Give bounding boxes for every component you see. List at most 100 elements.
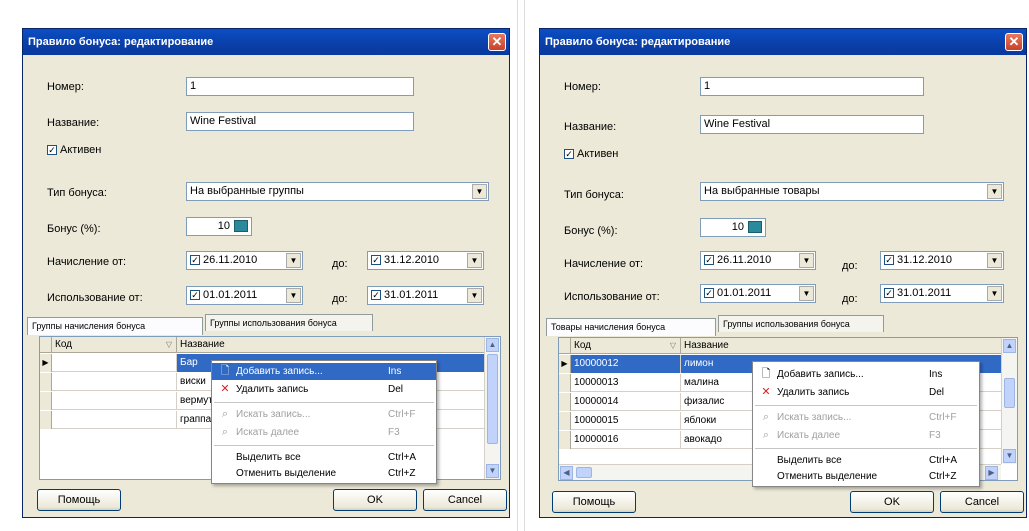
tab-accrual-groups[interactable]: Группы начисления бонуса <box>27 317 203 335</box>
menu-deselect[interactable]: Отменить выделение Ctrl+Z <box>212 465 436 482</box>
bonus-percent-field[interactable]: 10 <box>700 218 766 237</box>
usage-from-label: Использование от: <box>564 291 660 303</box>
chevron-down-icon[interactable]: ▼ <box>286 253 301 268</box>
bonus-type-select[interactable]: На выбранные товары ▼ <box>700 182 1004 201</box>
help-button[interactable]: Помощь <box>552 491 636 513</box>
active-checkbox[interactable]: ✓ Активен <box>564 148 618 160</box>
row-pointer-icon: ▶ <box>559 355 571 373</box>
chevron-down-icon[interactable]: ▼ <box>987 253 1002 268</box>
cancel-button[interactable]: Cancel <box>940 491 1024 513</box>
checkbox-checked-icon[interactable]: ✓ <box>190 255 200 266</box>
menu-deselect[interactable]: Отменить выделение Ctrl+Z <box>753 468 979 485</box>
scroll-down-icon[interactable]: ▼ <box>486 464 499 478</box>
menu-find-record[interactable]: ⌕ Искать запись... Ctrl+F <box>753 409 979 426</box>
checkbox-checked-icon[interactable]: ✓ <box>704 255 714 266</box>
calculator-icon[interactable] <box>234 220 248 233</box>
usage-to-date[interactable]: ✓ 31.01.2011 ▼ <box>880 284 1004 303</box>
close-icon[interactable]: ✕ <box>488 33 506 51</box>
help-button[interactable]: Помощь <box>37 489 121 511</box>
checkbox-checked-icon[interactable]: ✓ <box>190 290 200 301</box>
accrual-from-date[interactable]: ✓ 26.11.2010 ▼ <box>700 251 816 270</box>
menu-find-next[interactable]: ⌕ Искать далее F3 <box>212 424 436 441</box>
scroll-left-icon[interactable]: ◀ <box>560 466 573 480</box>
calculator-icon[interactable] <box>748 221 762 234</box>
bonus-rule-dialog: Правило бонуса: редактирование ✕ Номер: … <box>539 28 1027 518</box>
chevron-down-icon[interactable]: ▼ <box>799 253 814 268</box>
checkbox-checked-icon[interactable]: ✓ <box>371 290 381 301</box>
scroll-thumb[interactable] <box>487 354 498 444</box>
chevron-down-icon[interactable]: ▼ <box>467 253 482 268</box>
number-field[interactable]: 1 <box>700 77 924 96</box>
grid-corner <box>40 337 52 353</box>
usage-from-date[interactable]: ✓ 01.01.2011 ▼ <box>700 284 816 303</box>
bonus-percent-label: Бонус (%): <box>564 225 618 237</box>
vertical-scrollbar[interactable]: ▲ ▼ <box>1001 338 1017 464</box>
menu-delete-record[interactable]: ✕ Удалить запись Del <box>753 384 979 401</box>
bonus-percent-label: Бонус (%): <box>47 223 101 235</box>
binoculars-icon: ⌕ <box>221 408 229 420</box>
menu-add-record[interactable]: 🗋 Добавить запись... Ins <box>753 366 979 383</box>
bonus-type-label: Тип бонуса: <box>47 187 107 199</box>
vertical-scrollbar[interactable]: ▲ ▼ <box>484 337 500 479</box>
accrual-from-date[interactable]: ✓ 26.11.2010 ▼ <box>186 251 303 270</box>
ok-button[interactable]: OK <box>333 489 417 511</box>
menu-find-record[interactable]: ⌕ Искать запись... Ctrl+F <box>212 406 436 423</box>
scroll-up-icon[interactable]: ▲ <box>486 338 499 352</box>
checkbox-checked-icon: ✓ <box>47 145 57 156</box>
number-field[interactable]: 1 <box>186 77 414 96</box>
chevron-down-icon[interactable]: ▼ <box>472 184 487 199</box>
name-field[interactable]: Wine Festival <box>186 112 414 131</box>
active-checkbox[interactable]: ✓ Активен <box>47 144 101 156</box>
scroll-right-icon[interactable]: ▶ <box>985 466 998 480</box>
checkbox-checked-icon[interactable]: ✓ <box>704 288 714 299</box>
checkbox-checked-icon: ✓ <box>564 149 574 160</box>
tab-usage-groups[interactable]: Группы использования бонуса <box>205 314 373 331</box>
col-header-code[interactable]: Код ▽ <box>52 337 177 353</box>
bonus-type-select[interactable]: На выбранные группы ▼ <box>186 182 489 201</box>
scroll-down-icon[interactable]: ▼ <box>1003 449 1016 463</box>
chevron-down-icon[interactable]: ▼ <box>286 288 301 303</box>
name-field[interactable]: Wine Festival <box>700 115 924 134</box>
usage-from-date[interactable]: ✓ 01.01.2011 ▼ <box>186 286 303 305</box>
col-header-name[interactable]: Название <box>177 337 485 353</box>
filter-icon[interactable]: ▽ <box>670 338 676 353</box>
chevron-down-icon[interactable]: ▼ <box>987 286 1002 301</box>
context-menu: 🗋 Добавить запись... Ins ✕ Удалить запись De… <box>752 361 980 487</box>
chevron-down-icon[interactable]: ▼ <box>467 288 482 303</box>
binoculars-icon: ⌕ <box>762 411 770 423</box>
ok-button[interactable]: OK <box>850 491 934 513</box>
scroll-thumb[interactable] <box>576 467 592 478</box>
checkbox-checked-icon[interactable]: ✓ <box>371 255 381 266</box>
right-panel: Правило бонуса: редактирование ✕ Номер: … <box>524 0 1029 531</box>
close-icon[interactable]: ✕ <box>1005 33 1023 51</box>
menu-select-all[interactable]: Выделить все Ctrl+A <box>753 452 979 469</box>
number-label: Номер: <box>47 81 84 93</box>
chevron-down-icon[interactable]: ▼ <box>987 184 1002 199</box>
scroll-thumb[interactable] <box>1004 378 1015 408</box>
dialog-title: Правило бонуса: редактирование ✕ <box>540 29 1026 55</box>
scroll-up-icon[interactable]: ▲ <box>1003 339 1016 353</box>
usage-to-label: до: <box>332 293 348 305</box>
accrual-to-date[interactable]: ✓ 31.12.2010 ▼ <box>880 251 1004 270</box>
col-header-code[interactable]: Код ▽ <box>571 338 681 354</box>
menu-select-all[interactable]: Выделить все Ctrl+A <box>212 449 436 466</box>
checkbox-checked-icon[interactable]: ✓ <box>884 255 894 266</box>
tab-usage-groups[interactable]: Группы использования бонуса <box>718 315 884 332</box>
accrual-to-date[interactable]: ✓ 31.12.2010 ▼ <box>367 251 484 270</box>
menu-separator <box>755 448 977 449</box>
tab-accrual-products[interactable]: Товары начисления бонуса <box>546 318 716 336</box>
menu-add-record[interactable]: 🗋 Добавить запись... Ins <box>212 363 436 380</box>
filter-icon[interactable]: ▽ <box>166 337 172 352</box>
page-icon: 🗋 <box>220 365 230 377</box>
cancel-button[interactable]: Cancel <box>423 489 507 511</box>
col-header-name[interactable]: Название <box>681 338 1002 354</box>
usage-to-date[interactable]: ✓ 31.01.2011 ▼ <box>367 286 484 305</box>
find-next-icon: ⌕ <box>221 426 229 438</box>
bonus-percent-field[interactable]: 10 <box>186 217 252 236</box>
checkbox-checked-icon[interactable]: ✓ <box>884 288 894 299</box>
accrual-to-label: до: <box>332 258 348 270</box>
chevron-down-icon[interactable]: ▼ <box>799 286 814 301</box>
name-label: Название: <box>564 121 617 133</box>
menu-delete-record[interactable]: ✕ Удалить запись Del <box>212 381 436 398</box>
menu-find-next[interactable]: ⌕ Искать далее F3 <box>753 427 979 444</box>
